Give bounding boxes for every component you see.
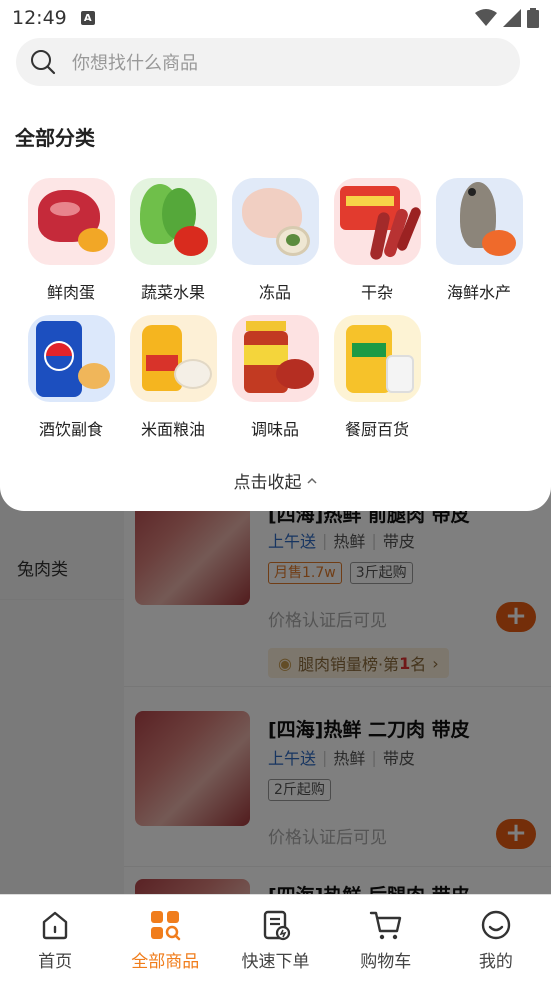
cart-icon [369,911,401,940]
vegetable-fruit-image [129,178,217,265]
collapse-label: 点击收起 [233,473,302,493]
seasoning-image [231,315,319,402]
drinks-snacks-image [27,315,115,402]
tab-profile[interactable]: 我的 [441,895,551,981]
tab-label: 首页 [38,952,73,972]
status-bar: 12:49 A [0,0,551,36]
notification-a-icon: A [80,11,95,25]
bottom-tab-bar: 首页 全部商品 快速下单 购物车 我的 [0,894,551,981]
category-label: 蔬菜水果 [140,283,205,302]
collapse-button[interactable]: 点击收起 [0,468,551,493]
category-panel: 你想找什么商品 全部分类 鲜肉蛋 蔬菜水果 冻品 干杂 海鲜水产 酒饮副食 米面… [0,36,551,511]
category-rice-oil[interactable]: 米面粮油 [123,315,223,440]
tab-cart[interactable]: 购物车 [331,895,441,981]
category-label: 海鲜水产 [446,283,511,302]
category-seasoning[interactable]: 调味品 [225,315,325,440]
kitchen-goods-image [333,315,421,402]
profile-icon [481,910,511,940]
all-products-icon [151,911,181,941]
section-title: 全部分类 [15,126,95,150]
category-seafood[interactable]: 海鲜水产 [429,178,529,303]
battery-icon [527,8,539,28]
category-label: 冻品 [258,283,291,302]
category-frozen[interactable]: 冻品 [225,178,325,303]
tab-label: 快速下单 [241,952,310,972]
category-label: 调味品 [250,420,299,439]
category-vegetable-fruit[interactable]: 蔬菜水果 [123,178,223,303]
rice-oil-image [129,315,217,402]
category-meat-egg[interactable]: 鲜肉蛋 [21,178,121,303]
tab-all-products[interactable]: 全部商品 [110,895,220,981]
tab-label: 全部商品 [131,952,200,972]
tab-quick-order[interactable]: 快速下单 [220,895,330,981]
search-bar[interactable]: 你想找什么商品 [16,38,520,86]
category-label: 米面粮油 [140,420,205,439]
signal-icon [503,9,521,27]
tab-label: 购物车 [360,952,412,972]
search-input[interactable]: 你想找什么商品 [72,49,198,75]
status-time: 12:49 [12,7,67,29]
search-icon [31,50,56,75]
chevron-up-icon [306,477,317,484]
frozen-food-image [231,178,319,265]
category-drinks-snacks[interactable]: 酒饮副食 [21,315,121,440]
category-label: 酒饮副食 [38,420,103,439]
category-label: 干杂 [360,283,393,302]
quick-order-icon [263,910,290,941]
category-label: 餐厨百货 [344,420,409,439]
category-label: 鲜肉蛋 [46,283,95,302]
category-dried-goods[interactable]: 干杂 [327,178,427,303]
tab-home[interactable]: 首页 [0,895,110,981]
dried-goods-image [333,178,421,265]
seafood-image [435,178,523,265]
category-kitchen-goods[interactable]: 餐厨百货 [327,315,427,440]
wifi-icon [475,9,497,26]
tab-label: 我的 [478,952,513,972]
home-icon [42,911,68,940]
meat-egg-image [27,178,115,265]
